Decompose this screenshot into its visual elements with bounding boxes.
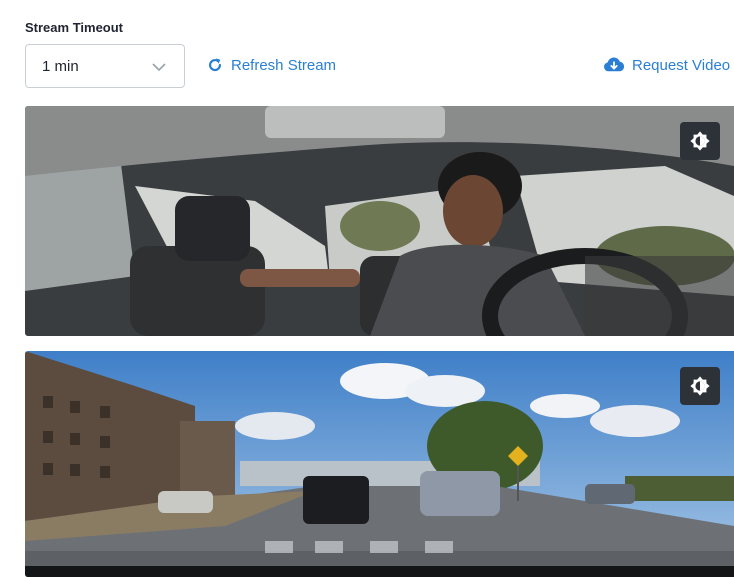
stream-timeout-label: Stream Timeout	[25, 20, 124, 35]
road-camera-frame	[25, 351, 734, 577]
request-video-button[interactable]: Request Video	[602, 56, 734, 74]
stream-timeout-select[interactable]: 1 min	[25, 44, 185, 88]
stream-timeout-value: 1 min	[42, 57, 79, 75]
driver-brightness-button[interactable]	[680, 122, 720, 160]
brightness-icon	[690, 376, 710, 396]
road-brightness-button[interactable]	[680, 367, 720, 405]
road-camera-video[interactable]	[25, 351, 734, 577]
cloud-download-icon	[604, 57, 625, 72]
refresh-stream-button[interactable]: Refresh Stream	[206, 56, 336, 74]
driver-camera-frame	[25, 106, 734, 336]
driver-camera-video[interactable]	[25, 106, 734, 336]
refresh-icon	[208, 58, 222, 72]
request-video-label: Request Video	[632, 56, 731, 74]
refresh-stream-label: Refresh Stream	[231, 56, 337, 74]
brightness-icon	[690, 131, 710, 151]
chevron-down-icon	[152, 63, 166, 72]
